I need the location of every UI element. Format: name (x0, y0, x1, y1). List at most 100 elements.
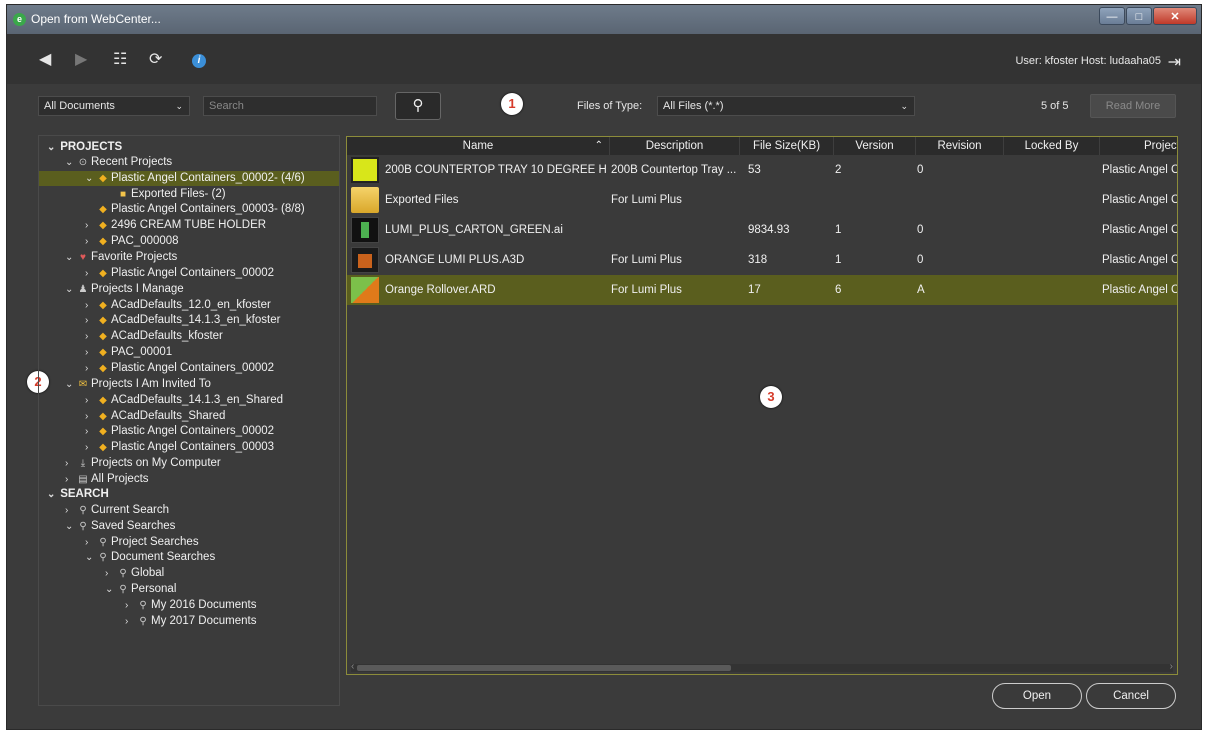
chevron-right-icon: › (85, 411, 89, 422)
read-more-button[interactable]: Read More (1090, 94, 1176, 118)
download-icon: ⤓ (80, 458, 86, 469)
tree-all-projects[interactable]: › ▤ All Projects (65, 472, 149, 487)
tree-favorite-projects[interactable]: ⌄ ♥ Favorite Projects (65, 250, 177, 265)
chevron-right-icon: › (85, 537, 89, 548)
chevron-right-icon: › (85, 442, 89, 453)
table-row-selected[interactable]: Orange Rollover.ARD For Lumi Plus 17 6 A… (347, 275, 1177, 305)
column-header-project[interactable]: Project (1100, 137, 1177, 155)
project-tree: ⌄ PROJECTS ⌄ ⊙ Recent Projects ⌄ ◆ Plastic A… (38, 135, 340, 706)
file-name: Exported Files (385, 194, 459, 206)
file-size: 9834.93 (748, 224, 790, 236)
tree-item-pac-00001[interactable]: › ◆ PAC_00001 (85, 345, 172, 360)
tree-projects-i-manage[interactable]: ⌄ ♟ Projects I Manage (65, 282, 184, 297)
document-scope-select[interactable]: All Documents ⌄ (38, 96, 190, 116)
refresh-icon[interactable]: ⟳ (149, 49, 162, 69)
logout-icon[interactable]: ⇥ (1168, 52, 1181, 72)
tree-item-acad-12[interactable]: › ◆ ACadDefaults_12.0_en_kfoster (85, 298, 271, 313)
tree-saved-searches[interactable]: ⌄ ⚲ Saved Searches (65, 519, 175, 534)
close-button[interactable]: ✕ (1153, 7, 1197, 25)
tree-recent-projects[interactable]: ⌄ ⊙ Recent Projects (65, 155, 172, 170)
forward-arrow-icon[interactable]: ▶ (75, 49, 87, 69)
tree-item-pac-00002-recent[interactable]: ⌄ ◆ Plastic Angel Containers_00002- (4/6) (39, 171, 339, 186)
back-arrow-icon[interactable]: ◀ (39, 49, 51, 69)
tree-item-inv-pac-00002[interactable]: › ◆ Plastic Angel Containers_00002 (85, 424, 274, 439)
tree-item-acad-shared[interactable]: › ◆ ACadDefaults_Shared (85, 409, 225, 424)
tree-item-cream-tube[interactable]: › ◆ 2496 CREAM TUBE HOLDER (85, 218, 266, 233)
tree-item-acad-14-shared[interactable]: › ◆ ACadDefaults_14.1.3_en_Shared (85, 393, 283, 408)
scroll-left-icon[interactable]: ‹ (351, 661, 354, 672)
chevron-right-icon: › (85, 395, 89, 406)
tree-project-searches[interactable]: › ⚲ Project Searches (85, 535, 199, 550)
info-icon[interactable]: i (192, 54, 206, 68)
search-icon: ⚲ (412, 97, 424, 114)
file-project: Plastic Angel C (1102, 284, 1178, 296)
chevron-down-icon: ⌄ (900, 101, 908, 111)
tree-projects-header[interactable]: ⌄ PROJECTS (47, 140, 122, 155)
tree-current-search[interactable]: › ⚲ Current Search (65, 503, 169, 518)
table-row[interactable]: LUMI_PLUS_CARTON_GREEN.ai 9834.93 1 0 Pl… (347, 215, 1177, 245)
chevron-right-icon: › (85, 300, 89, 311)
chevron-down-icon: ⌄ (85, 552, 94, 563)
file-name: 200B COUNTERTOP TRAY 10 DEGREE H... (385, 164, 607, 176)
column-header-name[interactable]: Name ⌃ (347, 137, 610, 155)
callout-3: 3 (760, 386, 782, 408)
table-row[interactable]: ORANGE LUMI PLUS.A3D For Lumi Plus 318 1… (347, 245, 1177, 275)
file-name: ORANGE LUMI PLUS.A3D (385, 254, 525, 266)
tree-item-manage-pac-00002[interactable]: › ◆ Plastic Angel Containers_00002 (85, 361, 274, 376)
table-row[interactable]: Exported Files For Lumi Plus Plastic Ang… (347, 185, 1177, 215)
tree-document-searches[interactable]: ⌄ ⚲ Document Searches (85, 550, 215, 565)
horizontal-scrollbar[interactable]: ‹ › (351, 661, 1173, 672)
open-button[interactable]: Open (992, 683, 1082, 709)
column-header-file-size[interactable]: File Size(KB) (740, 137, 834, 155)
tree-personal[interactable]: ⌄ ⚲ Personal (105, 582, 176, 597)
column-headers: Name ⌃ Description File Size(KB) Version … (347, 137, 1177, 155)
tree-item-pac-000008[interactable]: › ◆ PAC_000008 (85, 234, 179, 249)
column-header-locked-by[interactable]: Locked By (1004, 137, 1100, 155)
tree-projects-on-computer[interactable]: › ⤓ Projects on My Computer (65, 456, 221, 471)
project-icon: ◆ (99, 173, 107, 184)
callout-1: 1 (501, 93, 523, 115)
cancel-button[interactable]: Cancel (1086, 683, 1176, 709)
search-input[interactable] (203, 96, 377, 116)
tree-search-header[interactable]: ⌄ SEARCH (47, 487, 109, 502)
search-button[interactable]: ⚲ (395, 92, 441, 120)
tree-item-fav-pac-00002[interactable]: › ◆ Plastic Angel Containers_00002 (85, 266, 274, 281)
scroll-right-icon[interactable]: › (1170, 661, 1173, 672)
file-revision: A (917, 284, 925, 296)
title-bar: e Open from WebCenter... — □ ✕ (7, 5, 1201, 34)
tree-item-pac-00003-recent[interactable]: ◆ Plastic Angel Containers_00003- (8/8) (95, 202, 305, 217)
tree-my-2017[interactable]: › ⚲ My 2017 Documents (125, 614, 256, 629)
column-header-description[interactable]: Description (610, 137, 740, 155)
file-thumbnail (351, 247, 379, 273)
tree-projects-invited[interactable]: ⌄ ✉ Projects I Am Invited To (65, 377, 211, 392)
tree-item-acad-14-kfoster[interactable]: › ◆ ACadDefaults_14.1.3_en_kfoster (85, 313, 280, 328)
maximize-button[interactable]: □ (1126, 7, 1152, 25)
chevron-right-icon: › (105, 568, 109, 579)
chevron-right-icon: › (85, 426, 89, 437)
envelope-icon: ✉ (78, 379, 88, 390)
scrollbar-thumb[interactable] (357, 665, 731, 671)
column-header-version[interactable]: Version (834, 137, 916, 155)
project-icon: ◆ (99, 315, 107, 326)
tree-item-inv-pac-00003[interactable]: › ◆ Plastic Angel Containers_00003 (85, 440, 274, 455)
sort-up-icon: ⌃ (594, 140, 603, 151)
view-toggle-icon[interactable]: ☷ (113, 49, 127, 69)
file-project: Plastic Angel C (1102, 254, 1178, 266)
column-header-revision[interactable]: Revision (916, 137, 1004, 155)
file-name: Orange Rollover.ARD (385, 284, 496, 296)
file-revision: 0 (917, 224, 924, 236)
tree-global[interactable]: › ⚲ Global (105, 566, 164, 581)
minimize-button[interactable]: — (1099, 7, 1125, 25)
project-icon: ◆ (99, 268, 107, 279)
chevron-down-icon: ⌄ (65, 252, 74, 263)
table-row[interactable]: 200B COUNTERTOP TRAY 10 DEGREE H... 200B… (347, 155, 1177, 185)
files-of-type-select[interactable]: All Files (*.*) ⌄ (657, 96, 915, 116)
search-icon: ⚲ (99, 552, 107, 563)
window-title: Open from WebCenter... (31, 12, 161, 26)
tree-my-2016[interactable]: › ⚲ My 2016 Documents (125, 598, 256, 613)
search-icon: ⚲ (99, 537, 107, 548)
tree-item-exported-files[interactable]: ■ Exported Files- (2) (115, 187, 226, 202)
tree-item-acad-kfoster[interactable]: › ◆ ACadDefaults_kfoster (85, 329, 223, 344)
file-size: 53 (748, 164, 761, 176)
project-icon: ◆ (99, 300, 107, 311)
